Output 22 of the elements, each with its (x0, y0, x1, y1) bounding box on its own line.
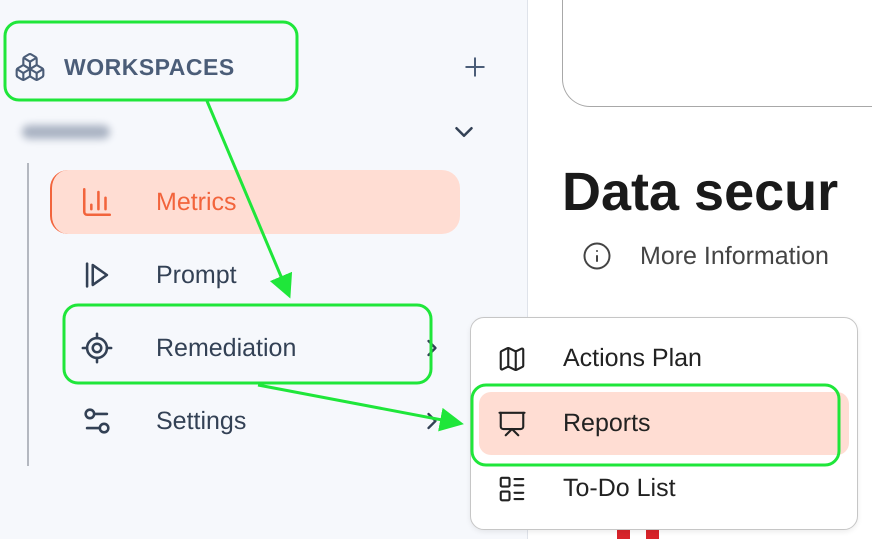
cubes-icon (14, 51, 46, 83)
list-icon (497, 474, 527, 504)
workspaces-heading: WORKSPACES (64, 54, 235, 80)
page-title: Data secur (562, 165, 840, 219)
menu-label: Reports (563, 409, 651, 438)
more-information-link[interactable]: More Information (582, 241, 872, 271)
nav-item[interactable]: Remediation (50, 316, 460, 380)
nav-label: Settings (156, 406, 248, 436)
menu-item[interactable]: Actions Plan (479, 327, 849, 390)
menu-item[interactable]: To-Do List (479, 457, 849, 520)
nav-label: Prompt (156, 260, 238, 290)
menu-label: To-Do List (563, 474, 676, 503)
menu-item[interactable]: Reports (479, 392, 849, 455)
nav-item[interactable]: Prompt (50, 243, 460, 307)
nav-label: Remediation (156, 334, 298, 362)
nav-item[interactable]: Settings (50, 389, 460, 453)
presentation-icon (497, 408, 527, 438)
bar-chart-icon (80, 185, 114, 219)
info-icon (582, 241, 612, 271)
crosshair-icon (80, 331, 114, 365)
menu-label: Actions Plan (563, 344, 702, 373)
nav-label: Metrics (156, 188, 238, 216)
